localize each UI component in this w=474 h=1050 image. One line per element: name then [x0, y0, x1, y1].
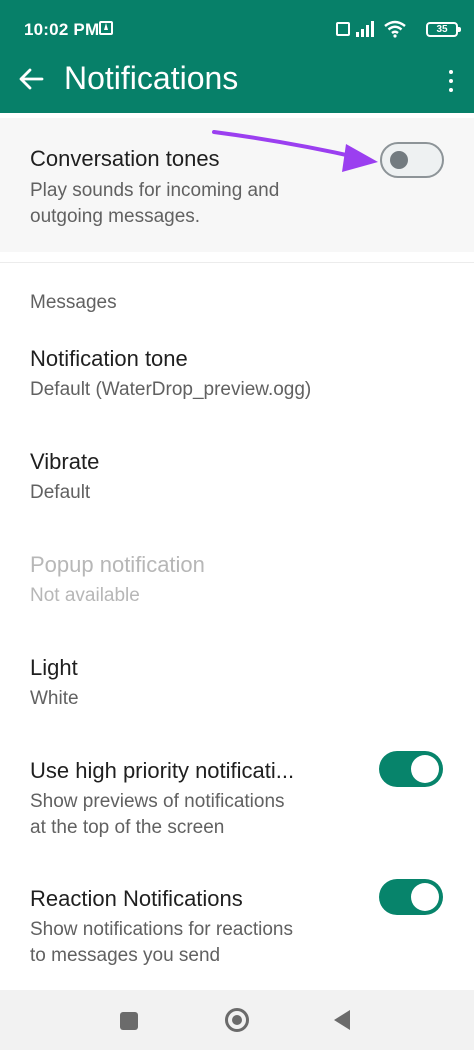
annotation-arrow-icon — [212, 130, 378, 172]
page-title: Notifications — [64, 60, 239, 96]
more-options-icon[interactable] — [448, 70, 454, 92]
volte-icon — [336, 22, 350, 36]
messages-section-header: Messages — [30, 292, 117, 313]
vibrate-value: Default — [30, 482, 91, 503]
signal-icon — [356, 21, 376, 37]
back-arrow-icon[interactable] — [16, 64, 46, 94]
system-icons: 35 — [318, 20, 461, 40]
popup-notification-value: Not available — [30, 585, 140, 606]
high-priority-title: Use high priority notificati... — [30, 758, 295, 783]
conversation-tones-title: Conversation tones — [30, 146, 220, 171]
high-priority-subtitle-1: Show previews of notifications — [30, 791, 285, 812]
app-bar: 10:02 PM 35 Notifications — [0, 0, 474, 113]
vibrate-title: Vibrate — [30, 449, 100, 474]
toggle-knob — [390, 151, 408, 169]
nav-back-icon[interactable] — [334, 1010, 350, 1030]
high-priority-subtitle-2: at the top of the screen — [30, 817, 225, 838]
battery-icon: 35 — [426, 22, 461, 37]
high-priority-toggle[interactable] — [379, 751, 443, 787]
toggle-knob — [411, 883, 439, 911]
status-bar: 10:02 PM 35 — [0, 0, 474, 60]
notification-tone-title: Notification tone — [30, 346, 188, 371]
popup-notification-title: Popup notification — [30, 552, 205, 577]
wifi-icon — [384, 20, 406, 38]
reaction-notifications-title: Reaction Notifications — [30, 886, 243, 911]
conversation-tones-subtitle-1: Play sounds for incoming and — [30, 180, 280, 201]
light-value: White — [30, 688, 79, 709]
reaction-notifications-toggle[interactable] — [379, 879, 443, 915]
status-time: 10:02 PM — [24, 20, 100, 39]
section-divider — [0, 262, 474, 263]
conversation-tones-subtitle-2: outgoing messages. — [30, 206, 201, 227]
notification-tone-value: Default (WaterDrop_preview.ogg) — [30, 379, 312, 400]
reaction-notifications-subtitle-2: to messages you send — [30, 945, 221, 966]
toggle-knob — [411, 755, 439, 783]
nav-recents-icon[interactable] — [120, 1012, 138, 1030]
light-title: Light — [30, 655, 78, 680]
nav-home-icon[interactable] — [225, 1008, 249, 1032]
reaction-notifications-subtitle-1: Show notifications for reactions — [30, 919, 293, 940]
upload-icon — [99, 21, 113, 35]
